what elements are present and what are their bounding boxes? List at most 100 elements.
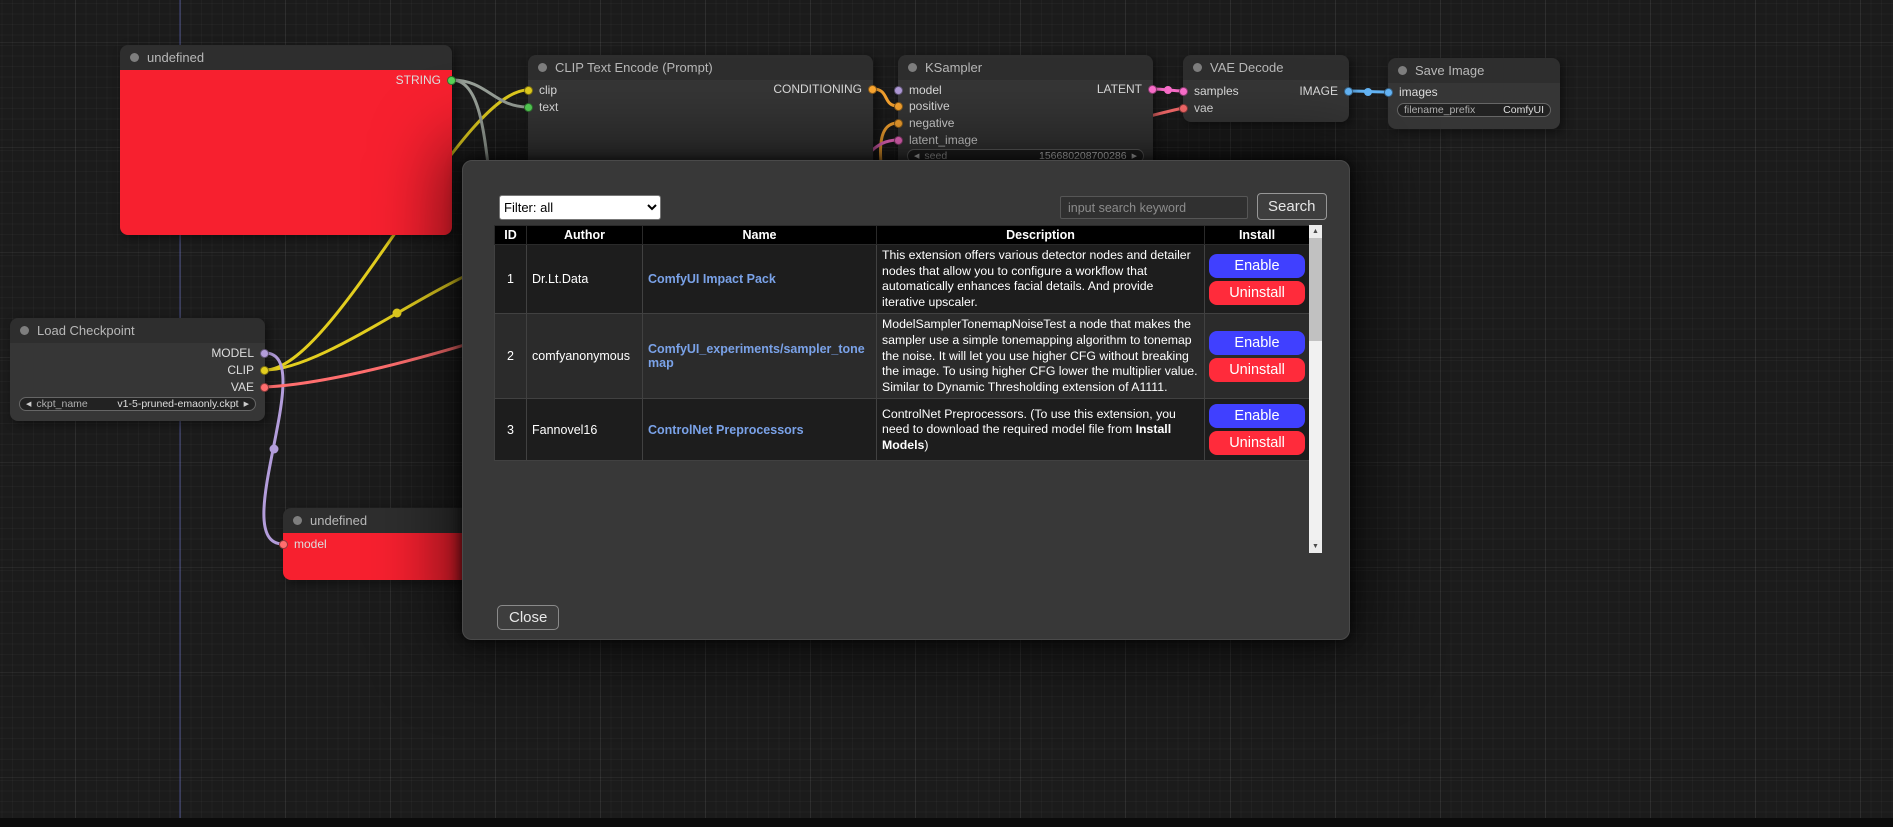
input-dot-images[interactable] — [1384, 88, 1393, 97]
search-input[interactable] — [1060, 196, 1248, 219]
input-slot-images: images — [1388, 85, 1560, 99]
output-dot-vae[interactable] — [260, 383, 269, 392]
slot-label: CLIP — [227, 363, 254, 377]
output-slot-vae: VAE — [10, 380, 265, 394]
scrollbar-thumb[interactable] — [1309, 238, 1322, 341]
collapse-dot-icon[interactable] — [293, 516, 302, 525]
link-midpoint-dot — [1364, 88, 1372, 96]
node-save-image[interactable]: Save Image images filename_prefix ComfyU… — [1388, 58, 1560, 129]
increment-arrow-icon[interactable]: ▶ — [1132, 153, 1137, 160]
input-dot-negative[interactable] — [894, 119, 903, 128]
increment-arrow-icon[interactable]: ▶ — [244, 401, 249, 408]
collapse-dot-icon[interactable] — [1398, 66, 1407, 75]
description-text: ControlNet Preprocessors. (To use this e… — [882, 407, 1176, 437]
table-scrollbar[interactable]: ▲ ▼ — [1309, 225, 1322, 553]
graph-canvas[interactable]: undefined STRING CLIP Text Encode (Promp… — [0, 0, 1893, 827]
extension-description: ModelSamplerTonemapNoiseTest a node that… — [877, 314, 1205, 399]
output-dot-model[interactable] — [260, 349, 269, 358]
input-dot-text[interactable] — [524, 103, 533, 112]
extension-author: Fannovel16 — [527, 399, 643, 461]
slot-label: vae — [1194, 101, 1213, 115]
output-dot-clip[interactable] — [260, 366, 269, 375]
scroll-down-icon: ▼ — [1312, 543, 1319, 550]
node-title-bar[interactable]: CLIP Text Encode (Prompt) — [528, 55, 873, 80]
ckpt-name-widget[interactable]: ◀ ckpt_name v1-5-pruned-emaonly.ckpt ▶ — [19, 397, 256, 411]
extension-description: This extension offers various detector n… — [877, 245, 1205, 314]
node-title: VAE Decode — [1210, 60, 1283, 75]
extension-id: 2 — [495, 314, 527, 399]
collapse-dot-icon[interactable] — [538, 63, 547, 72]
input-dot-vae[interactable] — [1179, 104, 1188, 113]
slot-label: VAE — [231, 380, 254, 394]
output-dot-conditioning[interactable] — [868, 85, 877, 94]
extension-link[interactable]: ComfyUI Impact Pack — [648, 272, 776, 286]
uninstall-button[interactable]: Uninstall — [1209, 281, 1305, 305]
scrollbar-down-button[interactable]: ▼ — [1309, 540, 1322, 553]
slot-label: STRING — [396, 73, 441, 87]
extension-link[interactable]: ComfyUI_experiments/sampler_tonemap — [648, 342, 865, 370]
node-title: undefined — [310, 513, 367, 528]
input-dot-model[interactable] — [279, 540, 288, 549]
link-midpoint-dot — [393, 309, 402, 318]
close-button[interactable]: Close — [497, 605, 559, 630]
collapse-dot-icon[interactable] — [20, 326, 29, 335]
node-body: MODEL CLIP VAE ◀ ckpt_name v1-5-pruned-e… — [10, 343, 265, 421]
uninstall-button[interactable]: Uninstall — [1209, 431, 1305, 455]
node-title: CLIP Text Encode (Prompt) — [555, 60, 713, 75]
extension-row: 2 comfyanonymous ComfyUI_experiments/sam… — [495, 314, 1310, 399]
column-header-install: Install — [1205, 226, 1310, 245]
filename-prefix-widget[interactable]: filename_prefix ComfyUI — [1397, 103, 1551, 117]
node-title-bar[interactable]: KSampler — [898, 55, 1153, 80]
search-button[interactable]: Search — [1257, 193, 1327, 220]
extension-link[interactable]: ControlNet Preprocessors — [648, 423, 804, 437]
enable-button[interactable]: Enable — [1209, 254, 1305, 278]
slot-label: latent_image — [909, 133, 978, 147]
scroll-up-icon: ▲ — [1312, 228, 1319, 235]
scrollbar-up-button[interactable]: ▲ — [1309, 225, 1322, 238]
collapse-dot-icon[interactable] — [908, 63, 917, 72]
extension-row: 3 Fannovel16 ControlNet Preprocessors Co… — [495, 399, 1310, 461]
link-midpoint-dot — [270, 445, 279, 454]
input-slot-text: text — [528, 100, 873, 114]
collapse-dot-icon[interactable] — [130, 53, 139, 62]
decrement-arrow-icon[interactable]: ◀ — [914, 153, 919, 160]
output-dot-string[interactable] — [447, 76, 456, 85]
enable-button[interactable]: Enable — [1209, 404, 1305, 428]
uninstall-button[interactable]: Uninstall — [1209, 358, 1305, 382]
extension-author: Dr.Lt.Data — [527, 245, 643, 314]
extension-id: 1 — [495, 245, 527, 314]
table-header-row: ID Author Name Description Install — [495, 226, 1310, 245]
node-title: undefined — [147, 50, 204, 65]
output-slot-model: MODEL — [10, 346, 265, 360]
extensions-table: ID Author Name Description Install 1 Dr.… — [494, 225, 1310, 461]
extension-description: ControlNet Preprocessors. (To use this e… — [877, 399, 1205, 461]
node-body: samples vae IMAGE — [1183, 80, 1349, 122]
node-load-checkpoint[interactable]: Load Checkpoint MODEL CLIP VAE ◀ ckpt_na… — [10, 318, 265, 421]
enable-button[interactable]: Enable — [1209, 331, 1305, 355]
node-title: Load Checkpoint — [37, 323, 135, 338]
node-title-bar[interactable]: VAE Decode — [1183, 55, 1349, 80]
slot-label: text — [539, 100, 558, 114]
input-slot-vae: vae — [1183, 101, 1349, 115]
collapse-dot-icon[interactable] — [1193, 63, 1202, 72]
output-slot-image: IMAGE — [1183, 84, 1349, 98]
slot-label: negative — [909, 116, 954, 130]
node-title-bar[interactable]: Load Checkpoint — [10, 318, 265, 343]
input-dot-latent-image[interactable] — [894, 136, 903, 145]
output-dot-latent[interactable] — [1148, 85, 1157, 94]
input-slot-positive: positive — [898, 99, 1153, 113]
node-body: images filename_prefix ComfyUI — [1388, 83, 1560, 129]
column-header-name: Name — [643, 226, 877, 245]
node-vae-decode[interactable]: VAE Decode samples vae IMAGE — [1183, 55, 1349, 122]
input-dot-positive[interactable] — [894, 102, 903, 111]
extension-id: 3 — [495, 399, 527, 461]
node-title-bar[interactable]: undefined — [120, 45, 452, 70]
filter-select[interactable]: Filter: all — [499, 195, 661, 220]
node-undefined-top[interactable]: undefined STRING — [120, 45, 452, 235]
node-title: KSampler — [925, 60, 982, 75]
output-dot-image[interactable] — [1344, 87, 1353, 96]
custom-nodes-manager-dialog: Filter: all Search ID Author Name Descri… — [462, 160, 1350, 640]
slot-label: model — [294, 537, 327, 551]
node-title-bar[interactable]: Save Image — [1388, 58, 1560, 83]
decrement-arrow-icon[interactable]: ◀ — [26, 401, 31, 408]
